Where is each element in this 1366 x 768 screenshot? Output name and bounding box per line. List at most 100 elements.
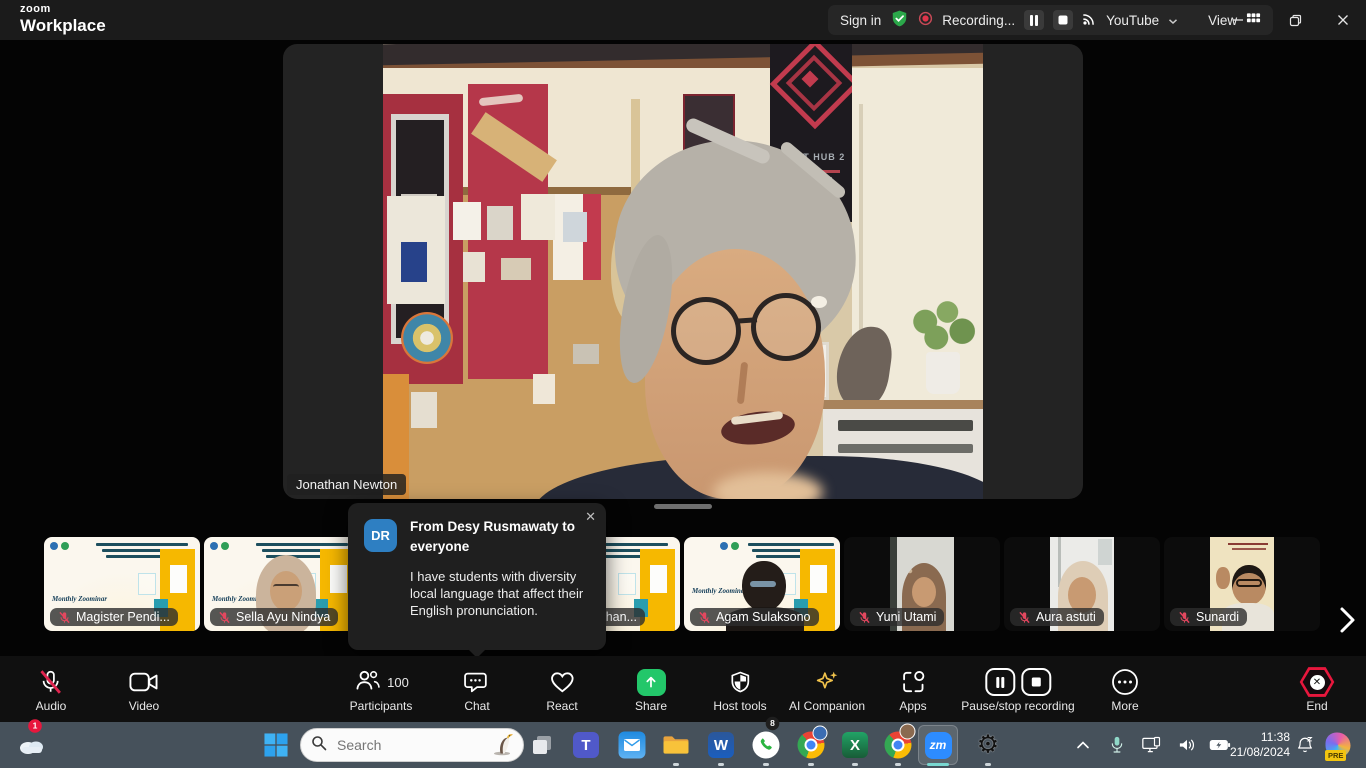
apps-icon xyxy=(900,668,926,696)
poster-text-lines xyxy=(1228,543,1268,545)
participant-tile[interactable]: Aura astuti xyxy=(1004,537,1160,631)
video-button[interactable]: Video xyxy=(129,668,159,713)
close-button[interactable] xyxy=(1320,0,1366,40)
speaker-glasses-left xyxy=(671,297,741,365)
tray-volume-icon[interactable] xyxy=(1178,737,1197,753)
plant xyxy=(903,296,977,360)
participant-tile[interactable]: Sunardi xyxy=(1164,537,1320,631)
stop-recording-button[interactable] xyxy=(1053,10,1073,30)
participants-count: 100 xyxy=(387,675,409,690)
pinned-card-blue xyxy=(401,242,427,282)
recording-label: Recording... xyxy=(942,13,1015,28)
logo-line-zoom: zoom xyxy=(20,4,106,15)
pause-recording-button[interactable] xyxy=(1024,10,1044,30)
poster-script-text: Monthly Zoominar xyxy=(692,587,747,595)
pinned-photo xyxy=(463,252,485,282)
pinned-photo xyxy=(573,344,599,364)
stop-recording-icon[interactable] xyxy=(1021,668,1051,696)
pinned-photo xyxy=(521,194,555,240)
chat-bubble-icon xyxy=(464,668,491,696)
zoom-app-icon[interactable]: zm xyxy=(918,725,958,765)
chrome-profile-badge xyxy=(813,726,828,741)
participant-glasses xyxy=(273,584,299,593)
mail-icon[interactable] xyxy=(619,732,646,759)
security-shield-icon[interactable] xyxy=(890,9,909,31)
task-view-button[interactable] xyxy=(530,733,554,757)
chat-button[interactable]: Chat xyxy=(464,668,491,713)
zoom-meeting-window: zoom Workplace Sign in Recording... YouT… xyxy=(0,0,1366,768)
minimize-button[interactable] xyxy=(1215,0,1261,40)
mic-muted-icon xyxy=(698,611,711,624)
tray-chevron-up-icon[interactable] xyxy=(1076,741,1090,750)
filmstrip-next-button[interactable] xyxy=(1336,605,1358,640)
participant-glasses xyxy=(1236,579,1262,587)
door-frame-line xyxy=(1098,539,1112,565)
weather-widget[interactable]: 1 xyxy=(17,734,47,756)
time: 11:38 xyxy=(1230,730,1290,745)
file-explorer-icon[interactable] xyxy=(662,733,691,758)
speaker-face xyxy=(645,249,825,499)
participant-name-label: Yuni Utami xyxy=(850,608,944,626)
restore-button[interactable] xyxy=(1272,0,1318,40)
pause-recording-icon[interactable] xyxy=(985,668,1015,696)
taskbar-clock[interactable]: 11:38 21/08/2024 xyxy=(1230,730,1290,760)
rainbow-circle xyxy=(401,312,453,364)
chat-notification-popup[interactable]: DR From Desy Rusmawaty to everyone I hav… xyxy=(348,503,606,650)
popup-close-icon[interactable]: ✕ xyxy=(585,509,596,525)
chrome-icon[interactable] xyxy=(798,732,825,759)
participant-face xyxy=(912,577,936,607)
participant-filmstrip: Monthly Zoominar Magister Pendi... xyxy=(0,537,1366,631)
tray-battery-icon[interactable] xyxy=(1210,739,1231,751)
youtube-chevron-down-icon[interactable] xyxy=(1168,13,1178,28)
ai-companion-button[interactable]: AI Companion xyxy=(789,668,865,713)
poster-text-lines xyxy=(1232,548,1266,550)
meeting-stage: NIGHT HUB 2 xyxy=(0,40,1366,722)
apps-button[interactable]: Apps xyxy=(899,668,926,713)
react-button[interactable]: React xyxy=(546,668,577,713)
taskbar-search[interactable] xyxy=(300,728,524,762)
end-button[interactable]: ✕ End xyxy=(1299,668,1335,713)
word-icon[interactable]: W xyxy=(708,732,734,758)
participant-tile[interactable]: Yuni Utami xyxy=(844,537,1000,631)
search-input[interactable] xyxy=(335,736,469,754)
teams-icon[interactable]: T xyxy=(573,732,599,758)
poster-script-text: Monthly Zoominar xyxy=(52,595,107,603)
participants-button[interactable]: 100 Participants xyxy=(350,668,413,713)
pause-stop-recording-button[interactable]: Pause/stop recording xyxy=(961,668,1074,713)
excel-icon[interactable]: X xyxy=(842,732,868,758)
poster-logo-icon xyxy=(221,542,229,550)
share-button[interactable]: Share xyxy=(635,668,667,713)
main-speaker-tile[interactable]: NIGHT HUB 2 xyxy=(283,44,1083,499)
tray-display-icon[interactable] xyxy=(1142,737,1162,754)
whatsapp-icon[interactable]: 8 xyxy=(753,732,780,759)
participant-name-label: Magister Pendi... xyxy=(50,608,178,626)
search-bird-image xyxy=(491,730,513,761)
settings-gear-icon[interactable]: ⚙ xyxy=(977,733,999,758)
shelf-edge xyxy=(823,400,983,409)
youtube-live-label[interactable]: YouTube xyxy=(1106,13,1159,28)
date: 21/08/2024 xyxy=(1230,745,1290,760)
pinned-photo xyxy=(563,212,587,242)
participant-tile[interactable]: Monthly Zoominar Sella Ayu Nindya xyxy=(204,537,360,631)
audio-button[interactable]: Audio xyxy=(36,668,67,713)
meeting-toolbar: Audio Video 100 Participants xyxy=(0,656,1366,722)
participant-glasses-glint xyxy=(750,581,776,587)
video-camera-icon xyxy=(129,668,159,696)
notification-count-badge: 1 xyxy=(28,719,42,733)
participant-tile[interactable]: Monthly Zoominar Magister Pendi... xyxy=(44,537,200,631)
notification-bell-icon[interactable] xyxy=(1297,736,1314,754)
chrome-profile2-icon[interactable] xyxy=(885,732,912,759)
tray-mic-icon[interactable] xyxy=(1110,736,1124,755)
host-tools-button[interactable]: Host tools xyxy=(713,668,766,713)
ai-sparkle-icon xyxy=(813,668,841,696)
sign-in-button[interactable]: Sign in xyxy=(840,13,881,28)
participant-name-label: Aura astuti xyxy=(1010,608,1104,626)
filmstrip-drag-handle[interactable] xyxy=(654,504,712,509)
participant-tile[interactable]: Monthly Zoominar Agam Sulaksono xyxy=(684,537,840,631)
copilot-pre-badge: PRE xyxy=(1325,750,1346,761)
more-button[interactable]: More xyxy=(1111,668,1139,713)
mic-muted-icon xyxy=(218,611,231,624)
start-button[interactable] xyxy=(264,733,289,758)
chat-popup-title: From Desy Rusmawaty to everyone xyxy=(410,517,578,556)
mic-muted-icon xyxy=(1018,611,1031,624)
